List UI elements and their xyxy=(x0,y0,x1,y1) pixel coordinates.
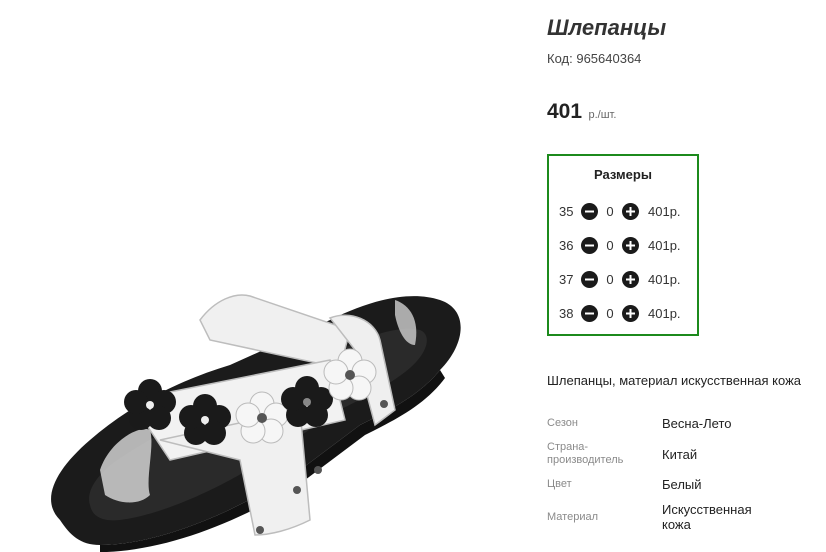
size-label: 35 xyxy=(559,203,574,219)
properties-table: Сезон Весна-Лето Страна-производитель Ки… xyxy=(547,416,826,532)
minus-circle-icon[interactable] xyxy=(581,304,598,322)
minus-circle-icon[interactable] xyxy=(581,236,598,254)
property-label: Сезон xyxy=(547,417,578,429)
sizes-title: Размеры xyxy=(594,167,652,182)
size-label: 37 xyxy=(559,271,574,287)
property-row: Цвет Белый xyxy=(547,477,826,492)
property-label: Цвет xyxy=(547,478,572,490)
product-title: Шлепанцы xyxy=(547,15,667,40)
size-row: 36 0 401р. xyxy=(549,228,697,262)
quantity-value: 0 xyxy=(606,305,614,321)
size-row: 35 0 401р. xyxy=(549,194,697,228)
size-price: 401р. xyxy=(648,203,681,219)
product-description: Шлепанцы, материал искусственная кожа xyxy=(547,373,802,388)
minus-circle-icon[interactable] xyxy=(581,270,598,288)
property-row: Страна-производитель Китай xyxy=(547,441,826,467)
code-label: Код: xyxy=(547,51,573,66)
price-block: 401 р./шт. xyxy=(547,100,826,124)
property-row: Материал Искусственная кожа xyxy=(547,502,826,532)
plus-circle-icon[interactable] xyxy=(622,304,639,322)
size-row: 37 0 401р. xyxy=(549,262,697,296)
property-value: Искусственная кожа xyxy=(662,502,752,532)
product-image[interactable] xyxy=(0,0,520,552)
property-row: Сезон Весна-Лето xyxy=(547,416,826,431)
property-label: Страна-производитель xyxy=(547,441,624,466)
product-code: Код: 965640364 xyxy=(547,51,826,66)
size-label: 38 xyxy=(559,305,574,321)
plus-circle-icon[interactable] xyxy=(622,270,639,288)
code-value: 965640364 xyxy=(576,51,642,66)
price-unit: р./шт. xyxy=(588,109,617,121)
property-value: Весна-Лето xyxy=(662,416,732,431)
price-value: 401 xyxy=(547,100,583,123)
property-value: Китай xyxy=(662,446,698,462)
minus-circle-icon[interactable] xyxy=(581,202,598,220)
quantity-value: 0 xyxy=(606,237,614,253)
size-row: 38 0 401р. xyxy=(549,296,697,330)
sizes-panel: Размеры 35 0 401р. 36 0 401р. 37 0 401р.… xyxy=(547,154,699,336)
quantity-value: 0 xyxy=(606,271,614,287)
size-label: 36 xyxy=(559,237,574,253)
quantity-value: 0 xyxy=(606,203,614,219)
sandal-illustration xyxy=(51,294,461,552)
property-label: Материал xyxy=(547,510,598,523)
size-price: 401р. xyxy=(648,305,681,321)
property-value: Белый xyxy=(662,477,702,492)
size-price: 401р. xyxy=(648,237,681,253)
size-price: 401р. xyxy=(648,271,681,287)
plus-circle-icon[interactable] xyxy=(622,202,639,220)
product-info: Шлепанцы Код: 965640364 401 р./шт. Разме… xyxy=(547,14,826,542)
plus-circle-icon[interactable] xyxy=(622,236,639,254)
